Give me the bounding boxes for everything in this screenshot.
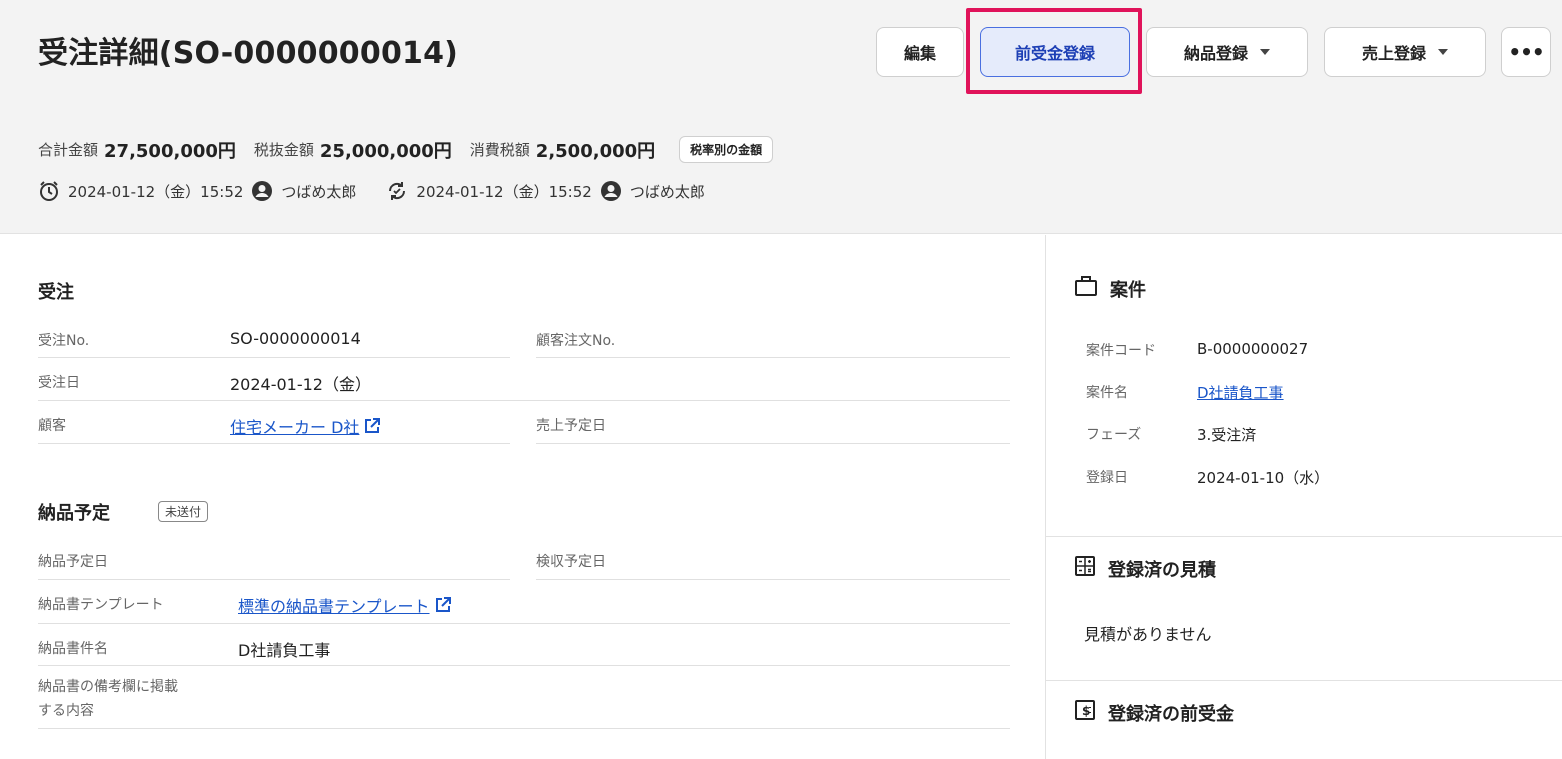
briefcase-icon [1074, 275, 1098, 302]
order-date-value: 2024-01-12（金） [230, 375, 371, 394]
page-header: 受注詳細(SO-0000000014) 編集 前受金登録 納品登録 売上登録 •… [0, 0, 1562, 234]
project-code-value: B-0000000027 [1197, 340, 1309, 358]
updated-by: つばめ太郎 [629, 182, 705, 201]
order-date-label: 受注日 [38, 375, 80, 391]
updated-at: 2024-01-12（金）15:52 [416, 182, 592, 201]
external-link-icon [365, 418, 381, 433]
user-avatar-icon [600, 180, 622, 202]
order-details-panel: 受注 受注No. SO-0000000014 顧客注文No. 受注日 2024-… [0, 235, 1044, 759]
estimates-empty-text: 見積がありません [1084, 625, 1212, 644]
pretax-amount-label: 税抜金額 [253, 141, 314, 159]
advances-section-title: $ 登録済の前受金 [1074, 699, 1234, 726]
template-label: 納品書テンプレート [38, 597, 164, 613]
registered-date-value: 2024-01-10（水） [1197, 469, 1330, 487]
delivery-date-label: 納品予定日 [38, 554, 108, 570]
project-name-link[interactable]: D社請負工事 [1197, 382, 1284, 403]
customer-link[interactable]: 住宅メーカー D社 [230, 414, 381, 438]
template-name[interactable]: 標準の納品書テンプレート [238, 597, 430, 616]
update-sync-icon [386, 180, 408, 202]
more-actions-button[interactable]: ••• [1501, 27, 1551, 77]
tax-amount-label: 消費税額 [469, 141, 530, 159]
delivery-section-title: 納品予定 [38, 503, 110, 524]
money-icon: $ [1074, 699, 1096, 726]
alarm-clock-icon [38, 180, 60, 202]
status-badge: 未送付 [158, 501, 209, 522]
external-link-icon [435, 597, 451, 612]
customer-order-no-label: 顧客注文No. [536, 333, 616, 349]
estimates-section-title: 登録済の見積 [1074, 555, 1216, 582]
order-no-value: SO-0000000014 [230, 329, 361, 348]
doc-name-label: 納品書件名 [38, 641, 108, 657]
order-no-label: 受注No. [38, 333, 90, 349]
more-icon: ••• [1508, 40, 1544, 64]
sales-date-label: 売上予定日 [536, 418, 606, 434]
user-avatar-icon [251, 180, 273, 202]
tax-amount-value: 2,500,000円 [535, 140, 656, 162]
record-meta: 2024-01-12（金）15:52 つばめ太郎 2024-01-12（金）15… [38, 180, 705, 202]
tax-breakdown-button[interactable]: 税率別の金額 [679, 136, 774, 163]
customer-label: 顧客 [38, 418, 66, 434]
total-amount-value: 27,500,000円 [104, 140, 236, 162]
total-amount-label: 合計金額 [38, 141, 99, 159]
template-link[interactable]: 標準の納品書テンプレート [238, 593, 452, 617]
svg-text:$: $ [1082, 704, 1090, 718]
register-delivery-button[interactable]: 納品登録 [1146, 27, 1308, 77]
remarks-label-line2: する内容 [38, 703, 94, 719]
created-at: 2024-01-12（金）15:52 [68, 182, 244, 201]
edit-button[interactable]: 編集 [876, 27, 964, 77]
phase-value: 3.受注済 [1197, 426, 1257, 444]
register-advance-payment-label: 前受金登録 [1014, 44, 1095, 63]
advances-title-text: 登録済の前受金 [1108, 703, 1234, 725]
register-sales-label: 売上登録 [1361, 44, 1426, 63]
amount-summary: 合計金額 27,500,000円 税抜金額 25,000,000円 消費税額 2… [38, 136, 774, 163]
phase-label: フェーズ [1086, 427, 1142, 443]
doc-name-value: D社請負工事 [238, 641, 331, 660]
remarks-label-line1: 納品書の備考欄に掲載 [38, 679, 178, 695]
calculator-icon [1074, 555, 1096, 582]
estimates-title-text: 登録済の見積 [1108, 559, 1216, 581]
inspection-date-label: 検収予定日 [536, 554, 606, 570]
project-name-label: 案件名 [1086, 385, 1128, 401]
registered-date-label: 登録日 [1086, 470, 1128, 486]
chevron-down-icon [1438, 49, 1448, 55]
project-name[interactable]: D社請負工事 [1197, 384, 1284, 402]
order-section-title: 受注 [38, 282, 74, 303]
register-delivery-label: 納品登録 [1183, 44, 1248, 63]
register-advance-payment-button[interactable]: 前受金登録 [980, 27, 1130, 77]
side-panel: 案件 案件コード B-0000000027 案件名 D社請負工事 フェーズ 3.… [1045, 235, 1562, 759]
edit-button-label: 編集 [903, 44, 936, 63]
page-title: 受注詳細(SO-0000000014) [38, 36, 459, 71]
customer-name[interactable]: 住宅メーカー D社 [230, 418, 359, 437]
project-section-title: 案件 [1074, 275, 1146, 302]
pretax-amount-value: 25,000,000円 [319, 140, 452, 162]
project-code-label: 案件コード [1086, 343, 1156, 359]
register-sales-button[interactable]: 売上登録 [1324, 27, 1486, 77]
chevron-down-icon [1260, 49, 1270, 55]
project-title-text: 案件 [1110, 279, 1146, 301]
created-by: つばめ太郎 [281, 182, 357, 201]
